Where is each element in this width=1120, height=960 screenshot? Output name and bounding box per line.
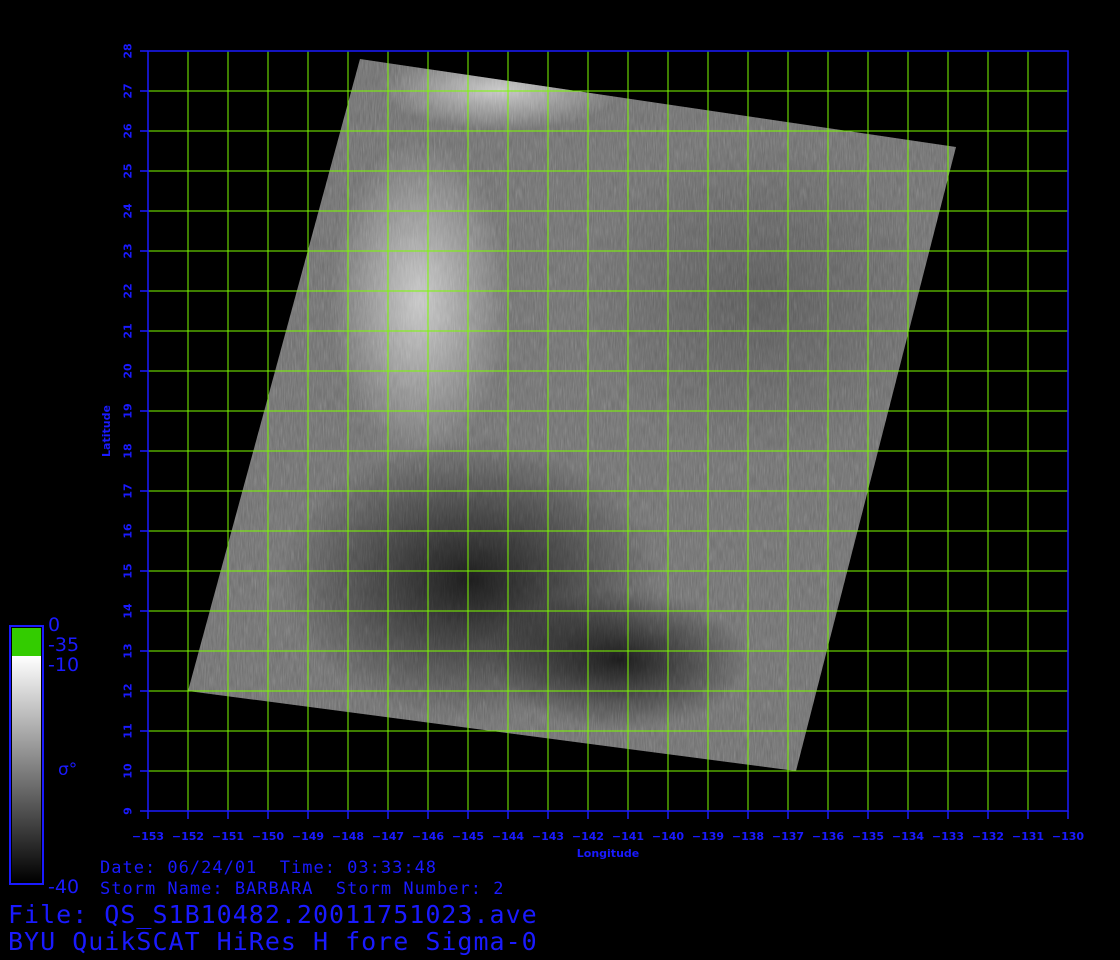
x-tick-label: −142 xyxy=(572,830,604,843)
x-tick-label: −153 xyxy=(132,830,164,843)
colorbar-label-green: -35 xyxy=(48,634,80,656)
y-tick-label: 19 xyxy=(122,403,135,418)
colorbar-gray-ramp xyxy=(12,656,41,882)
x-axis-label: Longitude xyxy=(577,847,639,860)
y-tick-label: 28 xyxy=(122,43,135,58)
x-tick-label: −150 xyxy=(252,830,285,843)
date-time-line: Date: 06/24/01 Time: 03:33:48 xyxy=(100,858,438,878)
y-tick-label: 18 xyxy=(122,443,135,458)
map-figure: −153 −152 −151 −150 −149 −148 −147 −146 −145 −144… xyxy=(9,43,1085,885)
x-tick-label: −152 xyxy=(172,830,204,843)
x-tick-label: −144 xyxy=(492,830,525,843)
y-tick-label: 15 xyxy=(122,563,135,578)
latitude-ticks: 9 10 11 12 13 14 15 16 17 18 19 20 21 22 23 24 25 26 27 28 xyxy=(122,43,148,815)
x-tick-label: −146 xyxy=(412,830,445,843)
x-tick-label: −134 xyxy=(892,830,925,843)
colorbar xyxy=(9,625,44,885)
x-tick-label: −135 xyxy=(852,830,884,843)
y-tick-label: 13 xyxy=(122,643,135,658)
x-tick-label: −145 xyxy=(452,830,484,843)
y-tick-label: 22 xyxy=(122,283,135,298)
radar-swath-image xyxy=(188,59,956,771)
x-tick-label: −143 xyxy=(532,830,564,843)
x-tick-label: −132 xyxy=(972,830,1004,843)
colorbar-label-white: -10 xyxy=(48,654,80,676)
x-tick-label: −139 xyxy=(692,830,724,843)
y-tick-label: 24 xyxy=(122,203,135,219)
sigma-symbol: σ° xyxy=(58,760,78,780)
x-tick-label: −141 xyxy=(612,830,644,843)
x-tick-label: −148 xyxy=(332,830,364,843)
y-tick-label: 21 xyxy=(122,323,135,338)
colorbar-label-top: 0 xyxy=(48,614,61,636)
x-tick-label: −138 xyxy=(732,830,764,843)
x-tick-label: −140 xyxy=(652,830,685,843)
y-tick-label: 16 xyxy=(122,523,135,539)
x-tick-label: −136 xyxy=(812,830,845,843)
x-tick-label: −147 xyxy=(372,830,404,843)
x-tick-label: −133 xyxy=(932,830,964,843)
y-tick-label: 27 xyxy=(122,83,135,98)
y-tick-label: 20 xyxy=(122,363,135,379)
longitude-ticks: −153 −152 −151 −150 −149 −148 −147 −146 −145 −144… xyxy=(132,811,1085,843)
product-line: BYU QuikSCAT HiRes H fore Sigma-0 xyxy=(8,927,538,956)
storm-line: Storm Name: BARBARA Storm Number: 2 xyxy=(100,879,505,899)
y-tick-label: 9 xyxy=(122,807,135,815)
y-tick-label: 17 xyxy=(122,483,135,498)
x-tick-label: −130 xyxy=(1052,830,1085,843)
y-tick-label: 25 xyxy=(122,163,135,178)
x-tick-label: −151 xyxy=(212,830,244,843)
y-tick-label: 11 xyxy=(122,723,135,738)
colorbar-green-segment xyxy=(12,628,41,656)
y-tick-label: 12 xyxy=(122,683,135,698)
y-axis-label: Latitude xyxy=(100,405,113,457)
file-line: File: QS_S1B10482.20011751023.ave xyxy=(8,900,538,929)
y-tick-label: 14 xyxy=(122,603,135,619)
x-tick-label: −137 xyxy=(772,830,804,843)
y-tick-label: 23 xyxy=(122,243,135,258)
y-tick-label: 10 xyxy=(122,763,135,779)
x-tick-label: −131 xyxy=(1012,830,1044,843)
x-tick-label: −149 xyxy=(292,830,324,843)
y-tick-label: 26 xyxy=(122,123,135,139)
colorbar-label-bottom: -40 xyxy=(48,876,80,898)
